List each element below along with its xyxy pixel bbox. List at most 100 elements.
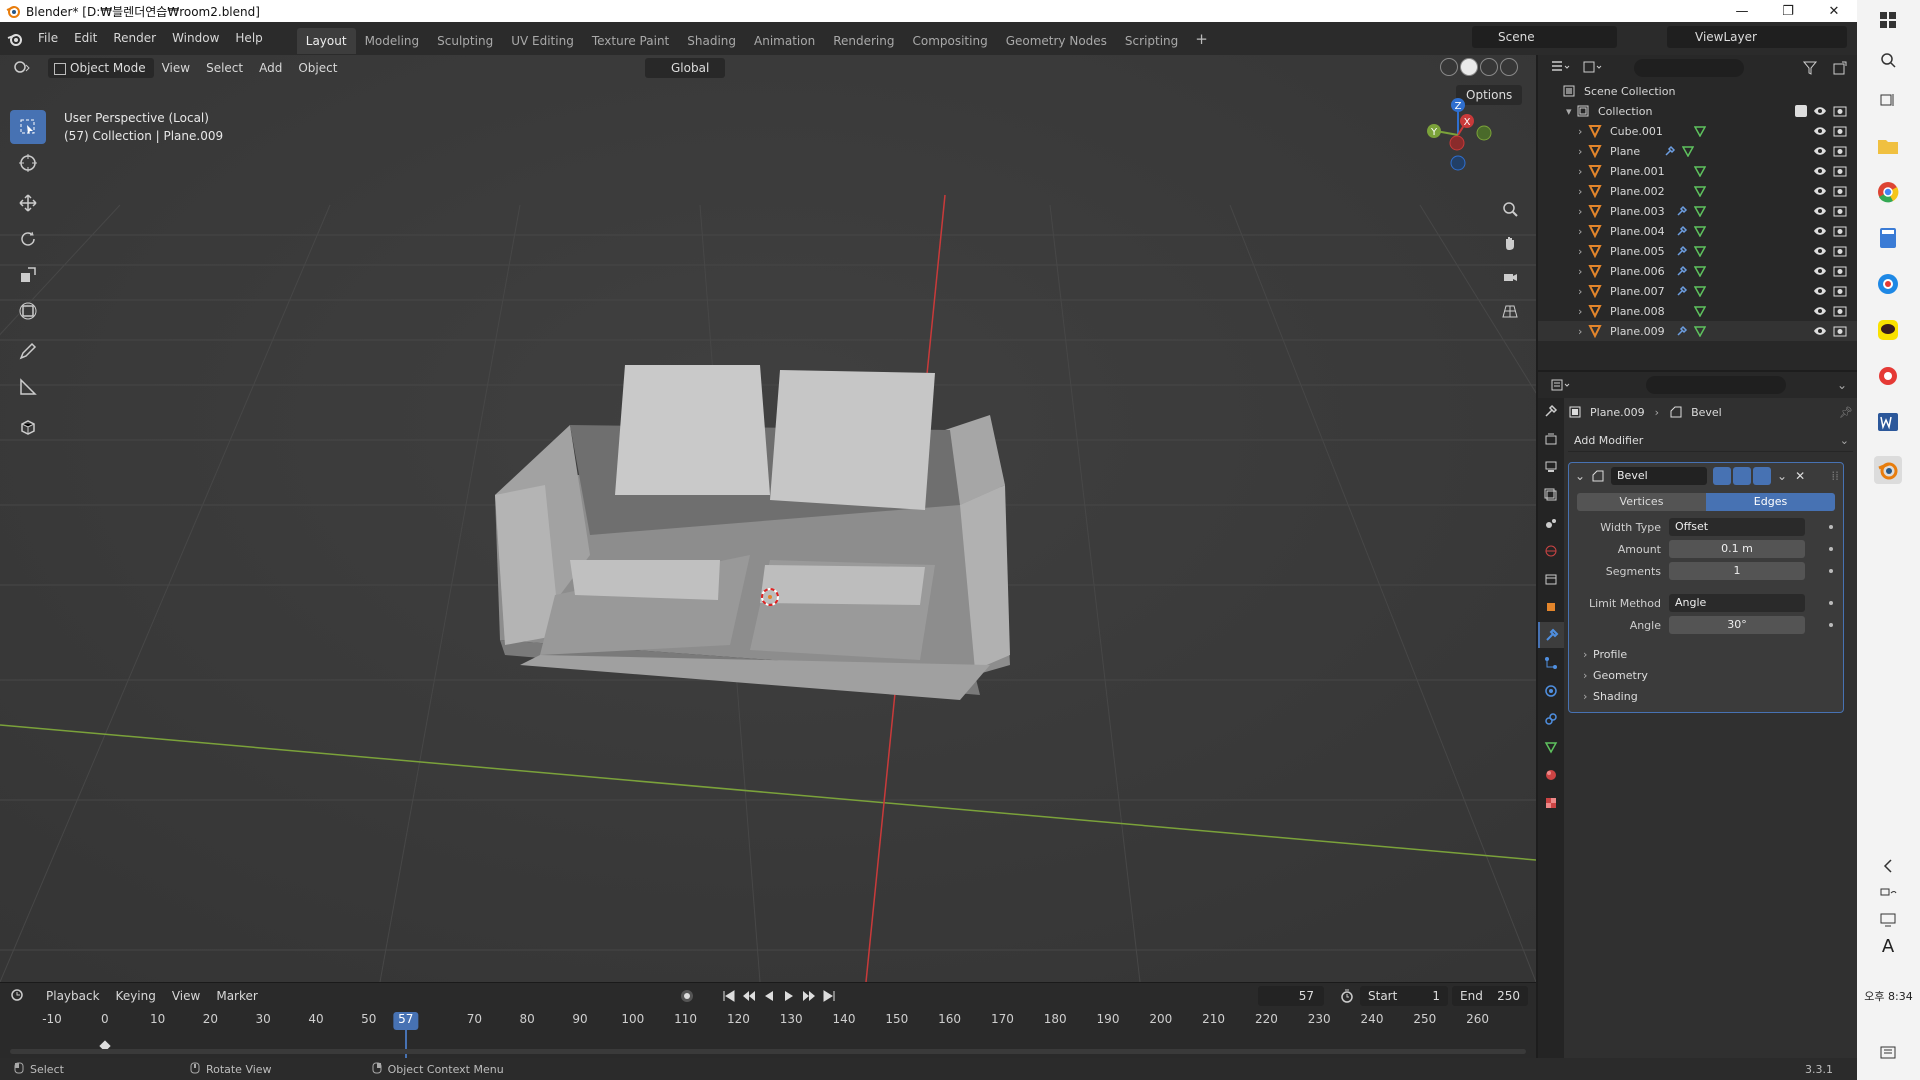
viewport-menu-add[interactable]: Add <box>251 61 290 75</box>
render-camera-icon[interactable] <box>1833 224 1847 238</box>
chevron-left-icon[interactable] <box>1874 852 1902 880</box>
expand-icon[interactable]: › <box>1578 285 1588 298</box>
tab-shading[interactable]: Shading <box>678 28 745 54</box>
outliner-editor-icon[interactable] <box>1550 60 1570 77</box>
properties-options-icon[interactable]: ⌄ <box>1837 378 1847 392</box>
modifier-menu-chevron-icon[interactable]: ⌄ <box>1777 469 1787 483</box>
stopwatch-icon[interactable] <box>1340 989 1354 1006</box>
annotate-tool[interactable] <box>10 334 46 368</box>
calculator-icon[interactable] <box>1874 224 1902 252</box>
limit-method-keyframe-icon[interactable] <box>1829 601 1833 605</box>
viewport-menu-select[interactable]: Select <box>198 61 251 75</box>
blender-menu-icon[interactable] <box>0 31 30 47</box>
viewport-menu-object[interactable]: Object <box>290 61 345 75</box>
outliner-object-row[interactable]: › Plane.002 <box>1538 181 1857 201</box>
filter-icon[interactable] <box>1802 61 1819 78</box>
edit-mode-toggle-icon[interactable] <box>1713 467 1731 485</box>
tool-tab-icon[interactable] <box>1538 398 1564 424</box>
display-mode-icon[interactable] <box>1582 60 1602 77</box>
remove-modifier-icon[interactable]: ✕ <box>1795 469 1805 483</box>
file-explorer-icon[interactable] <box>1874 132 1902 160</box>
viewport-display-toggle-icon[interactable] <box>1733 467 1751 485</box>
editor-type-icon[interactable] <box>12 59 30 78</box>
scene-selector[interactable]: Scene <box>1472 26 1617 48</box>
add-modifier-dropdown[interactable]: Add Modifier ⌄ <box>1568 430 1853 452</box>
width-type-keyframe-icon[interactable] <box>1829 525 1833 529</box>
select-box-tool[interactable] <box>10 110 46 144</box>
properties-search-input[interactable] <box>1646 376 1786 394</box>
physics-tab-icon[interactable] <box>1538 678 1564 704</box>
display-icon[interactable] <box>1874 906 1902 934</box>
record-button[interactable] <box>680 989 694 1006</box>
texture-tab-icon[interactable] <box>1538 790 1564 816</box>
menu-file[interactable]: File <box>30 22 66 55</box>
search-icon[interactable] <box>1874 46 1902 74</box>
render-camera-icon[interactable] <box>1833 204 1847 218</box>
material-shading-button[interactable] <box>1480 58 1498 76</box>
frame-ruler[interactable]: -10 0 10 20 30 40 50 70 80 90 100 110 120 130 140 150 16… <box>0 1010 1536 1070</box>
profile-subpanel[interactable]: › Profile <box>1569 644 1843 664</box>
expand-icon[interactable]: › <box>1578 165 1588 178</box>
object-tab-icon[interactable] <box>1538 594 1564 620</box>
3d-viewport[interactable]: Object Mode View Select Add Object Globa… <box>0 55 1536 982</box>
collection-row[interactable]: ▾ Collection <box>1538 101 1857 121</box>
properties-editor-icon[interactable] <box>1550 378 1570 395</box>
tab-scripting[interactable]: Scripting <box>1116 28 1187 54</box>
render-camera-icon[interactable] <box>1833 324 1847 338</box>
render-tab-icon[interactable] <box>1538 426 1564 452</box>
eye-icon[interactable] <box>1813 324 1827 338</box>
network-icon[interactable] <box>1874 880 1902 908</box>
kakaotalk-icon[interactable] <box>1874 316 1902 344</box>
eye-icon[interactable] <box>1813 124 1827 138</box>
render-camera-icon[interactable] <box>1833 144 1847 158</box>
menu-edit[interactable]: Edit <box>66 22 105 55</box>
scene-tab-icon[interactable] <box>1538 510 1564 536</box>
task-view-icon[interactable] <box>1874 86 1902 114</box>
affect-edges-button[interactable]: Edges <box>1706 493 1835 511</box>
close-button[interactable]: ✕ <box>1811 0 1857 22</box>
cursor-tool[interactable] <box>10 146 46 180</box>
menu-render[interactable]: Render <box>105 22 164 55</box>
solid-shading-button[interactable] <box>1460 58 1478 76</box>
eye-icon[interactable] <box>1813 284 1827 298</box>
menu-window[interactable]: Window <box>164 22 227 55</box>
render-camera-icon[interactable] <box>1833 304 1847 318</box>
navigation-gizmo[interactable]: Z X Y <box>1418 95 1498 175</box>
outliner-object-row[interactable]: › Plane.004 <box>1538 221 1857 241</box>
tab-geometry-nodes[interactable]: Geometry Nodes <box>997 28 1116 54</box>
windows-start-icon[interactable] <box>1874 6 1902 34</box>
material-tab-icon[interactable] <box>1538 762 1564 788</box>
tab-compositing[interactable]: Compositing <box>903 28 996 54</box>
modifier-tab-icon[interactable] <box>1538 622 1564 648</box>
eye-icon[interactable] <box>1813 184 1827 198</box>
clock-text[interactable]: 오후 8:34 <box>1857 988 1920 1004</box>
timeline-editor-type-icon[interactable] <box>0 988 38 1005</box>
exclude-checkbox[interactable] <box>1795 105 1807 117</box>
timeline-menu-playback[interactable]: Playback <box>38 989 108 1003</box>
expand-icon[interactable]: › <box>1578 305 1588 318</box>
tab-layout[interactable]: Layout <box>296 27 356 54</box>
expand-icon[interactable]: › <box>1578 265 1588 278</box>
outliner-object-row[interactable]: › Plane.006 <box>1538 261 1857 281</box>
timeline-menu-keying[interactable]: Keying <box>108 989 164 1003</box>
perspective-grid-icon[interactable] <box>1496 297 1524 325</box>
new-collection-icon[interactable] <box>1833 61 1847 78</box>
menu-help[interactable]: Help <box>227 22 270 55</box>
rotate-tool[interactable] <box>10 222 46 256</box>
measure-tool[interactable] <box>10 370 46 404</box>
transform-tool[interactable] <box>10 294 46 328</box>
width-type-dropdown[interactable]: Offset <box>1669 518 1805 536</box>
outliner-object-row[interactable]: › Plane.003 <box>1538 201 1857 221</box>
outliner-object-row[interactable]: › Plane.007 <box>1538 281 1857 301</box>
angle-field[interactable]: 30° <box>1669 616 1805 634</box>
camera-view-icon[interactable] <box>1496 263 1524 291</box>
amount-field[interactable]: 0.1 m <box>1669 540 1805 558</box>
move-tool[interactable] <box>10 186 46 220</box>
expand-icon[interactable]: › <box>1578 185 1588 198</box>
tab-sculpting[interactable]: Sculpting <box>428 28 502 54</box>
minimize-button[interactable]: — <box>1719 0 1765 22</box>
timeline-scrollbar[interactable] <box>10 1049 1526 1054</box>
angle-keyframe-icon[interactable] <box>1829 623 1833 627</box>
view-layer-selector[interactable]: ViewLayer <box>1667 26 1847 48</box>
collection-expand-icon[interactable]: ▾ <box>1566 105 1576 118</box>
